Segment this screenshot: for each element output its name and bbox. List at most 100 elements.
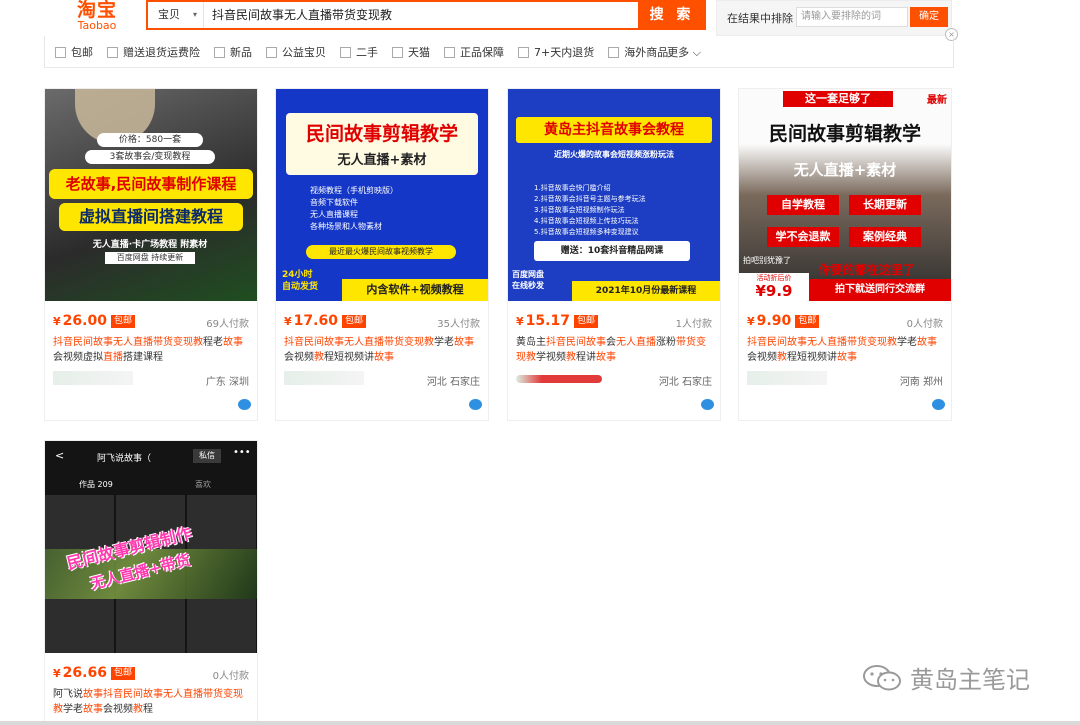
image-text: 百度网盘 持续更新 (105, 252, 195, 264)
filter-free-shipping[interactable]: 包邮 (55, 44, 93, 60)
yen-sign: ¥ (747, 315, 755, 328)
filter-label: 公益宝贝 (282, 46, 326, 59)
checkbox[interactable] (518, 46, 529, 58)
exclude-input[interactable]: 请输入要排除的词 (796, 7, 908, 27)
product-card[interactable]: 民间故事剪辑教学 无人直播+素材 视频教程（手机剪映版） 音频下载软件 无人直播… (275, 88, 489, 421)
exclude-confirm-button[interactable]: 确定 (910, 7, 948, 27)
product-image[interactable]: < 阿飞说故事（ 私信 ••• 作品 209 喜欢 民间故事剪辑制作 无人直播+… (45, 441, 257, 653)
shop-name-blurred[interactable] (53, 371, 133, 385)
image-text: 作品 209 (79, 480, 113, 489)
deal-count: 0人付款 (906, 319, 943, 330)
checkbox[interactable] (444, 46, 455, 58)
price-value: 17.60 (293, 313, 338, 329)
wangwang-icon[interactable] (238, 399, 251, 410)
checkbox[interactable] (608, 46, 620, 58)
product-card[interactable]: < 阿飞说故事（ 私信 ••• 作品 209 喜欢 民间故事剪辑制作 无人直播+… (44, 440, 258, 725)
logo-text-en: Taobao (77, 19, 117, 32)
yen-sign: ¥ (53, 315, 61, 328)
filter-overseas[interactable]: 海外商品 (608, 44, 668, 60)
price: ¥26.00 包邮 (53, 313, 135, 329)
free-shipping-badge: 包邮 (795, 315, 820, 328)
price-value: 9.90 (756, 313, 792, 329)
image-text: 在线秒发 (512, 281, 544, 290)
image-text: 你要的都在这里了 (819, 263, 916, 277)
shop-name-blurred[interactable] (747, 371, 827, 385)
filter-return-insurance[interactable]: 赠送退货运费险 (107, 44, 200, 60)
image-text: 1.抖音故事会快门槛介绍 (534, 184, 611, 192)
filter-new[interactable]: 新品 (214, 44, 252, 60)
free-shipping-badge: 包邮 (341, 315, 366, 328)
back-arrow-icon: < (55, 449, 65, 462)
image-text: 自动发货 (282, 282, 319, 292)
filter-7day-return[interactable]: 7+天内退货 (518, 44, 594, 60)
top-bar: 淘宝 Taobao 宝贝 ▾ 抖音民间故事无人直播带货变现教 搜 索 在结果中排… (44, 0, 954, 36)
deal-count: 35人付款 (437, 319, 480, 330)
bottom-divider (0, 721, 1080, 725)
more-label: 更多 (667, 46, 690, 59)
search-box: 宝贝 ▾ 抖音民间故事无人直播带货变现教 搜 索 (146, 0, 706, 30)
image-badge: 24小时 自动发货 (282, 269, 318, 293)
image-price: ¥9.9 (755, 282, 793, 300)
filter-label: 正品保障 (460, 46, 504, 59)
yen-sign: ¥ (284, 315, 292, 328)
image-text: 最新 (927, 95, 947, 106)
product-title[interactable]: 抖音民间故事无人直播带货变现教学老故事会视频教程短视频讲故事 (284, 335, 482, 365)
image-text: 无人直播+素材 (793, 161, 897, 179)
yen-sign: ¥ (53, 667, 61, 680)
product-card[interactable]: 黄岛主抖音故事会教程 近期火爆的故事会短视频涨粉玩法 1.抖音故事会快门槛介绍 … (507, 88, 721, 421)
more-filters-button[interactable]: 更多 ⌵ (667, 44, 701, 60)
shop-name-blurred[interactable] (284, 371, 364, 385)
shop-name-blurred[interactable] (516, 375, 602, 383)
wangwang-icon[interactable] (932, 399, 945, 410)
checkbox[interactable] (392, 46, 403, 58)
checkbox[interactable] (214, 46, 225, 58)
image-text: 赠送：10套抖音精品网课 (534, 241, 690, 261)
product-image[interactable]: 黄岛主抖音故事会教程 近期火爆的故事会短视频涨粉玩法 1.抖音故事会快门槛介绍 … (508, 89, 720, 301)
search-button[interactable]: 搜 索 (638, 0, 706, 30)
checkbox[interactable] (107, 46, 118, 58)
filter-label: 7+天内退货 (534, 46, 595, 59)
filter-label: 包邮 (71, 46, 93, 59)
product-image[interactable]: 价格：580一套 3套故事会/变现教程 老故事,民间故事制作课程 虚拟直播间搭建… (45, 89, 257, 301)
image-text: 内含软件+视频教程 (342, 279, 488, 301)
chevron-down-icon: ▾ (192, 10, 197, 19)
image-text: 虚拟直播间搭建教程 (59, 203, 243, 231)
image-text: 黄岛主抖音故事会教程 (516, 117, 712, 143)
image-text: 3.抖音故事会短视频制作玩法 (534, 206, 625, 214)
product-card[interactable]: 价格：580一套 3套故事会/变现教程 老故事,民间故事制作课程 虚拟直播间搭建… (44, 88, 258, 421)
price-value: 26.00 (62, 313, 107, 329)
search-input[interactable]: 抖音民间故事无人直播带货变现教 (212, 2, 392, 28)
image-text: 民间故事剪辑教学 (768, 123, 921, 145)
image-text: 音频下载软件 (310, 198, 358, 207)
product-title[interactable]: 抖音民间故事无人直播带货变现教程老故事会视频虚拟直播搭建课程 (53, 335, 251, 365)
taobao-logo[interactable]: 淘宝 Taobao (62, 0, 132, 32)
product-title[interactable]: 黄岛主抖音民间故事会无人直播涨粉带货变现教学视频教程讲故事 (516, 335, 714, 365)
price: ¥17.60 包邮 (284, 313, 366, 329)
shop-location: 河北 石家庄 (426, 377, 480, 388)
search-scope-select[interactable]: 宝贝 ▾ (148, 2, 204, 28)
filter-label: 天猫 (408, 46, 430, 59)
image-text: 喜欢 (195, 480, 211, 489)
filter-label: 赠送退货运费险 (123, 46, 200, 59)
product-card[interactable]: 这一套足够了 最新 民间故事剪辑教学 无人直播+素材 自学教程 长期更新 学不会… (738, 88, 952, 421)
filter-genuine[interactable]: 正品保障 (444, 44, 504, 60)
image-text: 阿飞说故事（ (97, 454, 152, 464)
product-title[interactable]: 阿飞说故事抖音民间故事无人直播带货变现教学老故事会视频教程 (53, 687, 251, 717)
image-text: 无人直播+素材 (337, 153, 427, 168)
filter-tmall[interactable]: 天猫 (392, 44, 430, 60)
checkbox[interactable] (340, 46, 351, 58)
product-image[interactable]: 民间故事剪辑教学 无人直播+素材 视频教程（手机剪映版） 音频下载软件 无人直播… (276, 89, 488, 301)
checkbox[interactable] (266, 46, 277, 58)
wechat-icon-svg (863, 664, 901, 690)
image-text: 拍下就送同行交流群 (809, 279, 951, 301)
image-text: 无人直播·卡广场教程 附素材 (92, 240, 208, 250)
filter-second-hand[interactable]: 二手 (340, 44, 378, 60)
chevron-down-icon: ⌵ (689, 46, 701, 59)
product-title[interactable]: 抖音民间故事无人直播带货变现教学老故事会视频教程短视频讲故事 (747, 335, 945, 365)
exclude-panel: 在结果中排除 请输入要排除的词 确定 (716, 0, 952, 36)
filter-charity[interactable]: 公益宝贝 (266, 44, 326, 60)
product-image[interactable]: 这一套足够了 最新 民间故事剪辑教学 无人直播+素材 自学教程 长期更新 学不会… (739, 89, 951, 301)
checkbox[interactable] (55, 46, 66, 58)
wangwang-icon[interactable] (469, 399, 482, 410)
wangwang-icon[interactable] (701, 399, 714, 410)
